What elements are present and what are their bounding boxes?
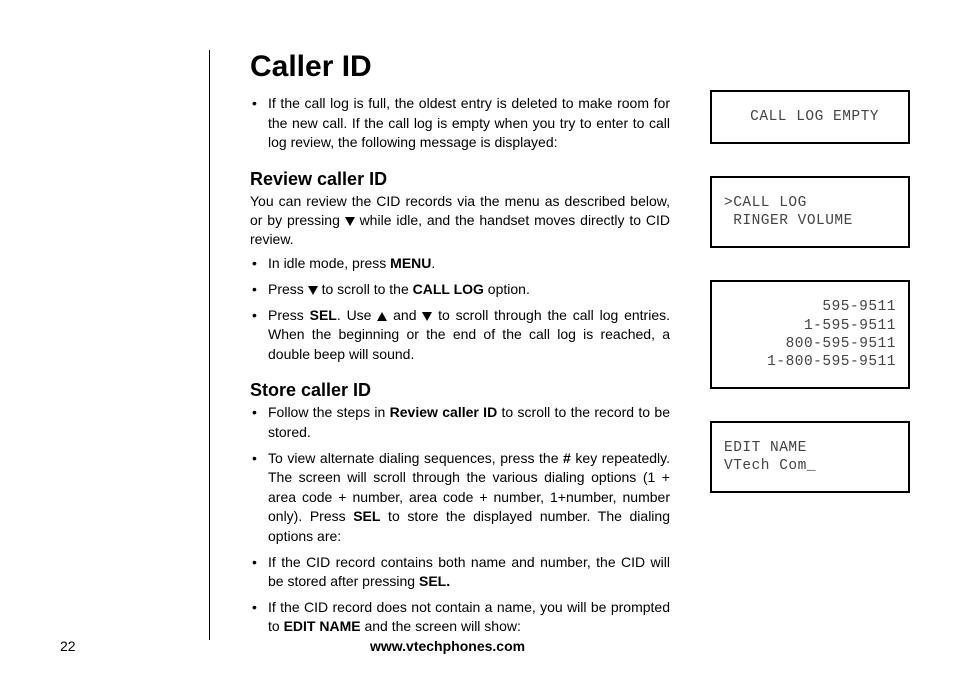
intro-list: If the call log is full, the oldest entr…: [250, 94, 670, 153]
lcd-numbers: 595-9511 1-595-9511 800-595-9511 1-800-5…: [710, 280, 910, 389]
body-row: Caller ID If the call log is full, the o…: [60, 50, 914, 682]
left-margin-column: [60, 50, 210, 640]
sel-keyword: SEL: [310, 307, 337, 323]
review-b1: In idle mode, press MENU.: [250, 254, 670, 274]
review-b2-c: option.: [484, 281, 530, 297]
review-heading: Review caller ID: [250, 169, 670, 190]
hash-keyword: #: [563, 450, 571, 466]
store-b1-a: Follow the steps in: [268, 404, 390, 420]
footer-url: www.vtechphones.com: [370, 638, 525, 654]
page-title: Caller ID: [250, 50, 670, 84]
lcd-column: CALL LOG EMPTY >CALL LOG RINGER VOLUME 5…: [710, 50, 910, 682]
review-b3-a: Press: [268, 307, 310, 323]
store-b4: If the CID record does not contain a nam…: [250, 598, 670, 637]
sel-keyword-2: SEL: [353, 508, 380, 524]
intro-bullet: If the call log is full, the oldest entr…: [250, 94, 670, 153]
sel-keyword-3: SEL.: [419, 573, 450, 589]
review-b3-b: . Use: [337, 307, 377, 323]
intro-bullet-text: If the call log is full, the oldest entr…: [268, 95, 670, 150]
up-arrow-icon: [377, 312, 387, 321]
store-b3-a: If the CID record contains both name and…: [268, 554, 670, 590]
store-b4-b: and the screen will show:: [361, 618, 521, 634]
review-b1-a: In idle mode, press: [268, 255, 390, 271]
store-list: Follow the steps in Review caller ID to …: [250, 403, 670, 637]
lcd-menu: >CALL LOG RINGER VOLUME: [710, 176, 910, 248]
edit-name-keyword: EDIT NAME: [284, 618, 361, 634]
page: Caller ID If the call log is full, the o…: [0, 0, 954, 682]
review-b3-c: and: [387, 307, 422, 323]
review-ref: Review caller ID: [390, 404, 498, 420]
page-number: 22: [60, 638, 210, 654]
review-b2-b: to scroll to the: [318, 281, 413, 297]
store-heading: Store caller ID: [250, 380, 670, 401]
store-b2-a: To view alternate dialing sequences, pre…: [268, 450, 563, 466]
review-b3: Press SEL. Use and to scroll through the…: [250, 306, 670, 365]
lcd-edit-name: EDIT NAME VTech Com_: [710, 421, 910, 493]
store-b2: To view alternate dialing sequences, pre…: [250, 449, 670, 547]
call-log-keyword: CALL LOG: [413, 281, 484, 297]
menu-keyword: MENU: [390, 255, 431, 271]
store-b1: Follow the steps in Review caller ID to …: [250, 403, 670, 442]
down-arrow-icon: [308, 286, 318, 295]
lcd-call-log-empty: CALL LOG EMPTY: [710, 90, 910, 144]
review-list: In idle mode, press MENU. Press to scrol…: [250, 254, 670, 364]
store-b3: If the CID record contains both name and…: [250, 553, 670, 592]
review-b1-b: .: [431, 255, 435, 271]
down-arrow-icon: [345, 217, 355, 226]
review-b2: Press to scroll to the CALL LOG option.: [250, 280, 670, 300]
review-lead: You can review the CID records via the m…: [250, 192, 670, 249]
review-b2-a: Press: [268, 281, 308, 297]
main-column: Caller ID If the call log is full, the o…: [250, 50, 670, 682]
down-arrow-icon: [422, 312, 432, 321]
footer: 22 www.vtechphones.com: [60, 638, 914, 654]
